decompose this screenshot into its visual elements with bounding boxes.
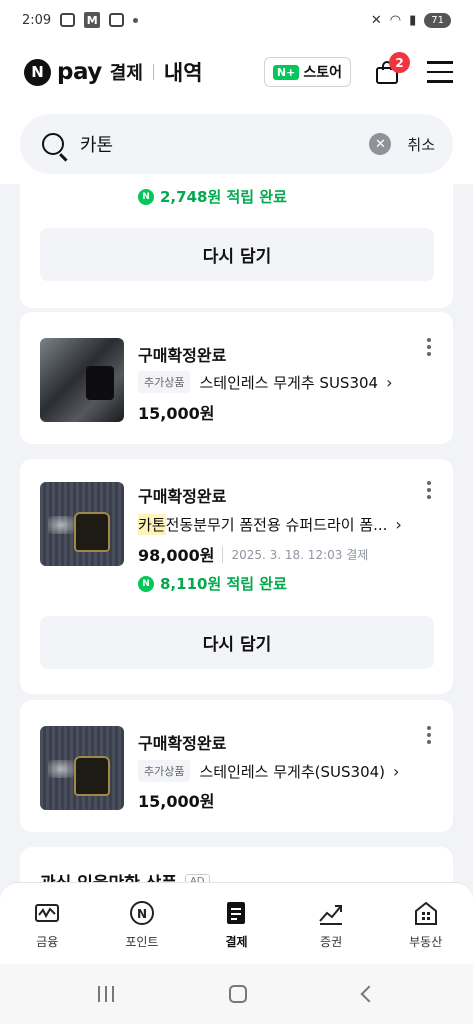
reward-text: 2,748원 적립 완료 — [160, 188, 287, 206]
more-notifications-icon — [133, 17, 139, 23]
product-link[interactable]: 카톤 전동분무기 폼전용 슈퍼드라이 폼... › — [138, 514, 429, 535]
product-name: 스테인레스 무게추 SUS304 — [199, 373, 379, 392]
m-app-icon: M — [84, 12, 101, 28]
search-query[interactable]: 카톤 — [80, 131, 369, 157]
extra-item-tag: 추가상품 — [138, 760, 191, 782]
recent-apps-icon[interactable] — [97, 986, 114, 1002]
hamburger-menu-icon[interactable] — [427, 61, 453, 83]
reorder-button[interactable]: 다시 담기 — [40, 616, 434, 669]
order-status: 구매확정완료 — [138, 487, 227, 506]
chevron-right-icon: › — [386, 372, 393, 392]
store-button[interactable]: N+ 스토어 — [263, 57, 351, 87]
more-options-icon[interactable] — [427, 481, 431, 499]
order-status: 구매확정완료 — [138, 346, 227, 365]
product-price: 98,000원 — [138, 546, 215, 565]
nav-item-stock[interactable]: 증권 — [296, 899, 366, 964]
back-icon[interactable] — [360, 985, 378, 1003]
payment-date: 2025. 3. 18. 12:03 결제 — [222, 545, 368, 563]
status-bar: 2:09 M ✕ ◠ ▮ 71 — [0, 0, 473, 40]
point-icon: N — [128, 899, 156, 927]
naver-plus-badge: N+ — [272, 64, 300, 80]
nav-label: 결제 — [225, 935, 248, 949]
product-name: 전동분무기 폼전용 슈퍼드라이 폼... — [165, 516, 388, 534]
reward-info: N 8,110원 적립 완료 — [138, 573, 287, 594]
payment-icon — [222, 899, 250, 927]
wifi-icon: ◠ — [389, 12, 402, 28]
product-price: 15,000원 — [138, 404, 215, 423]
order-card: N 2,748원 적립 완료 다시 담기 — [20, 184, 453, 308]
search-area: 카톤 ✕ 취소 — [0, 104, 473, 184]
nav-item-finance[interactable]: 금융 — [12, 899, 82, 964]
stock-icon — [317, 899, 345, 927]
nav-label: 포인트 — [125, 935, 159, 949]
notification-app-icon — [109, 13, 125, 27]
cart-count-badge: 2 — [389, 52, 410, 73]
reward-info: N 2,748원 적립 완료 — [138, 186, 287, 207]
reward-text: 8,110원 적립 완료 — [160, 575, 287, 593]
more-options-icon[interactable] — [427, 338, 431, 356]
price-row: 98,000원 2025. 3. 18. 12:03 결제 — [138, 542, 368, 566]
naver-point-icon: N — [138, 188, 154, 205]
product-link[interactable]: 추가상품 스테인레스 무게추(SUS304) › — [138, 760, 429, 782]
product-thumbnail[interactable] — [40, 726, 124, 810]
mute-icon: ✕ — [370, 12, 382, 28]
system-navigation-bar — [0, 964, 473, 1024]
order-card[interactable]: 구매확정완료 추가상품 스테인레스 무게추(SUS304) › 15,000원 — [20, 700, 453, 832]
price-row: 15,000원 — [138, 788, 214, 812]
product-link[interactable]: 추가상품 스테인레스 무게추 SUS304 › — [138, 371, 429, 393]
signal-icon: ▮ — [409, 12, 417, 28]
reorder-button[interactable]: 다시 담기 — [40, 228, 434, 281]
extra-item-tag: 추가상품 — [138, 371, 191, 393]
header-divider — [152, 64, 154, 80]
clear-search-icon[interactable]: ✕ — [369, 133, 392, 155]
naver-logo-icon[interactable]: N — [24, 58, 51, 86]
cancel-search-button[interactable]: 취소 — [407, 134, 435, 155]
chevron-right-icon: › — [393, 761, 400, 781]
order-card[interactable]: 구매확정완료 카톤 전동분무기 폼전용 슈퍼드라이 폼... › 98,000원… — [20, 459, 453, 694]
order-status: 구매확정완료 — [138, 734, 227, 753]
screenshot-icon — [60, 13, 76, 27]
brand-subtitle: 결제 — [109, 63, 143, 84]
nav-label: 금융 — [36, 935, 59, 949]
page-title: 내역 — [163, 61, 203, 85]
search-icon — [42, 133, 64, 155]
battery-icon: 71 — [424, 12, 451, 28]
app-header: N pay 결제 내역 N+ 스토어 2 — [0, 40, 473, 104]
search-highlight: 카톤 — [138, 514, 166, 535]
price-row: 15,000원 — [138, 400, 214, 424]
nav-label: 증권 — [320, 935, 343, 949]
store-label: 스토어 — [303, 65, 342, 81]
home-icon[interactable] — [229, 985, 248, 1003]
nav-label: 부동산 — [409, 935, 443, 949]
product-thumbnail[interactable] — [40, 338, 124, 422]
brand-title: pay — [57, 59, 102, 85]
search-input[interactable]: 카톤 ✕ 취소 — [20, 114, 453, 174]
product-name: 스테인레스 무게추(SUS304) — [199, 762, 386, 781]
bottom-navigation: 금융 N 포인트 결제 증권 부동산 — [0, 882, 473, 964]
realestate-icon — [412, 899, 440, 927]
nav-item-point[interactable]: N 포인트 — [107, 899, 177, 964]
product-price: 15,000원 — [138, 792, 215, 811]
svg-text:N: N — [137, 907, 147, 921]
cart-button[interactable]: 2 — [373, 52, 410, 86]
naver-point-icon: N — [138, 575, 154, 592]
finance-icon — [33, 899, 61, 927]
chevron-right-icon: › — [395, 515, 402, 534]
nav-item-payment[interactable]: 결제 — [201, 899, 271, 964]
product-thumbnail[interactable] — [40, 482, 124, 566]
nav-item-realestate[interactable]: 부동산 — [391, 899, 461, 964]
order-card[interactable]: 구매확정완료 추가상품 스테인레스 무게추 SUS304 › 15,000원 — [20, 312, 453, 444]
status-time: 2:09 — [22, 12, 52, 28]
more-options-icon[interactable] — [427, 726, 431, 744]
